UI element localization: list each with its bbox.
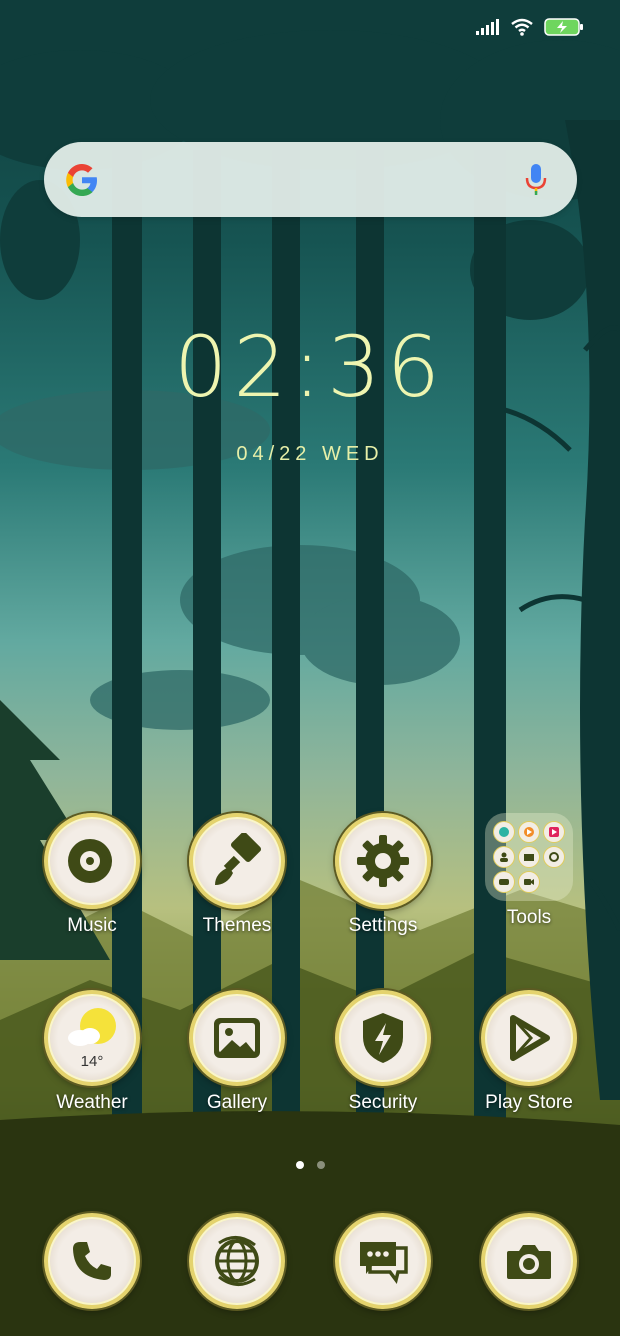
app-folder-tools[interactable]: Tools: [464, 813, 594, 929]
camera-icon: [481, 1213, 577, 1309]
app-gallery[interactable]: Gallery: [172, 990, 302, 1114]
gear-icon: [335, 813, 431, 909]
dock-messages[interactable]: [318, 1213, 448, 1309]
app-label: Music: [67, 915, 117, 936]
voice-search-icon[interactable]: [525, 164, 547, 201]
wifi-icon: [510, 18, 534, 41]
browser-mini-icon: [493, 821, 515, 843]
phone-icon: [44, 1213, 140, 1309]
app-label: Weather: [56, 1092, 128, 1113]
app-label: Themes: [202, 915, 272, 936]
battery-charging-icon: [544, 18, 584, 41]
page-indicator: [0, 1161, 620, 1169]
app-weather[interactable]: 14° Weather: [27, 990, 157, 1114]
page-dot-active[interactable]: [295, 1161, 304, 1169]
app-label: Gallery: [206, 1092, 268, 1113]
app-play-store[interactable]: Play Store: [464, 990, 594, 1114]
app-label: Tools: [506, 907, 552, 928]
google-logo-icon: [64, 162, 100, 203]
status-bar: [476, 18, 584, 41]
camcorder-mini-icon: [518, 871, 540, 893]
signal-icon: [476, 19, 500, 40]
play-mini-icon: [518, 821, 540, 843]
image-icon: [189, 990, 285, 1086]
app-label: Play Store: [485, 1092, 573, 1113]
music-disc-icon: [44, 813, 140, 909]
clock-date: 04/22 WED: [236, 443, 384, 465]
chat-bubbles-icon: [335, 1213, 431, 1309]
paintbrush-icon: [189, 813, 285, 909]
play-triangle-icon: [481, 990, 577, 1086]
app-security[interactable]: Security: [318, 990, 448, 1114]
google-search-bar[interactable]: [44, 142, 577, 217]
app-music[interactable]: Music: [27, 813, 157, 937]
compass-mini-icon: [543, 846, 565, 868]
dock-phone[interactable]: [27, 1213, 157, 1309]
page-dot[interactable]: [316, 1161, 325, 1169]
app-label: Settings: [348, 915, 418, 936]
folder-icon: [485, 813, 573, 901]
video-mini-icon: [543, 821, 565, 843]
contacts-mini-icon: [493, 846, 515, 868]
dock-camera[interactable]: [464, 1213, 594, 1309]
weather-temperature: 14°: [80, 1053, 104, 1070]
dock-browser[interactable]: [172, 1213, 302, 1309]
app-label: Security: [348, 1092, 418, 1113]
globe-icon: [189, 1213, 285, 1309]
weather-sun-cloud-icon: 14°: [44, 990, 140, 1086]
mail-mini-icon: [518, 846, 540, 868]
app-themes[interactable]: Themes: [172, 813, 302, 937]
app-settings[interactable]: Settings: [318, 813, 448, 937]
shield-bolt-icon: [335, 990, 431, 1086]
clock-time[interactable]: 02:36: [0, 318, 620, 416]
recorder-mini-icon: [493, 871, 515, 893]
